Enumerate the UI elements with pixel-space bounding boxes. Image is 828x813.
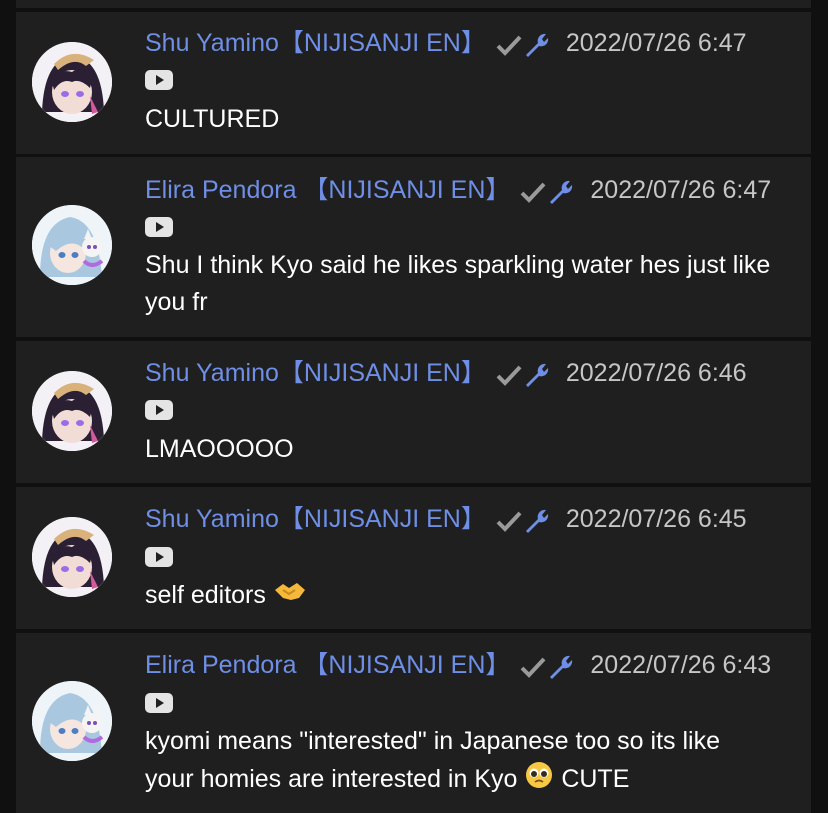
comment-header: Shu Yamino【NIJISANJI EN】 2022/07/26 6:47 (145, 28, 747, 58)
avatar[interactable] (32, 517, 112, 597)
timestamp: 2022/07/26 6:47 (590, 176, 772, 204)
elira-avatar-icon (32, 681, 112, 761)
badges (496, 507, 550, 542)
comment-text-line-2: your homies are interested in Kyo CUTE (145, 760, 795, 801)
youtube-icon (145, 70, 173, 90)
comment-header: Elira Pendora 【NIJISANJI EN】 2022/07/26 6… (145, 650, 771, 680)
wrench-icon (546, 653, 574, 688)
shu-avatar-icon (32, 371, 112, 451)
author-name[interactable]: Shu Yamino【NIJISANJI EN】 (145, 359, 486, 387)
comment-text: LMAOOOOO (145, 435, 294, 463)
timestamp: 2022/07/26 6:47 (565, 29, 747, 57)
comment-header: Shu Yamino【NIJISANJI EN】 2022/07/26 6:46 (145, 358, 747, 388)
verified-check-icon (520, 655, 546, 685)
comment-text: kyomi means "interested" in Japanese too… (145, 723, 795, 801)
youtube-icon (145, 547, 173, 567)
timestamp: 2022/07/26 6:43 (590, 651, 772, 679)
youtube-icon (145, 217, 173, 237)
elira-avatar-icon (32, 205, 112, 285)
comment-card: Shu Yamino【NIJISANJI EN】 2022/07/26 6:46 … (16, 341, 811, 483)
comment-card: Elira Pendora 【NIJISANJI EN】 2022/07/26 6… (16, 633, 811, 813)
badges (520, 653, 574, 688)
wrench-icon (522, 31, 550, 66)
wrench-icon (522, 361, 550, 396)
verified-check-icon (520, 180, 546, 210)
comment-card: Shu Yamino【NIJISANJI EN】 2022/07/26 6:47 … (16, 12, 811, 154)
wrench-icon (522, 507, 550, 542)
author-name[interactable]: Shu Yamino【NIJISANJI EN】 (145, 29, 486, 57)
youtube-icon (145, 693, 173, 713)
comment-card: Shu Yamino【NIJISANJI EN】 2022/07/26 6:45 … (16, 487, 811, 629)
avatar[interactable] (32, 205, 112, 285)
comment-text: Shu I think Kyo said he likes sparkling … (145, 247, 795, 321)
comment-text-suffix: CUTE (561, 765, 630, 794)
comment-card-partial (16, 0, 811, 8)
verified-check-icon (496, 33, 522, 63)
comment-text-content: self editors (145, 581, 266, 609)
timestamp: 2022/07/26 6:46 (565, 359, 747, 387)
author-name[interactable]: Elira Pendora 【NIJISANJI EN】 (145, 651, 510, 679)
verified-check-icon (496, 509, 522, 539)
author-name[interactable]: Elira Pendora 【NIJISANJI EN】 (145, 176, 510, 204)
comment-header: Elira Pendora 【NIJISANJI EN】 2022/07/26 6… (145, 175, 771, 205)
avatar[interactable] (32, 371, 112, 451)
comment-feed: Shu Yamino【NIJISANJI EN】 2022/07/26 6:47 … (0, 0, 828, 813)
timestamp: 2022/07/26 6:45 (565, 505, 747, 533)
verified-check-icon (496, 363, 522, 393)
pleading-face-emoji (524, 760, 554, 801)
shu-avatar-icon (32, 42, 112, 122)
handshake-emoji (273, 578, 307, 615)
avatar[interactable] (32, 42, 112, 122)
comment-text-line: you fr (145, 288, 208, 316)
youtube-icon (145, 400, 173, 420)
shu-avatar-icon (32, 517, 112, 597)
badges (496, 31, 550, 66)
comment-text: self editors (145, 577, 795, 615)
avatar[interactable] (32, 681, 112, 761)
comment-text: CULTURED (145, 105, 280, 133)
badges (520, 178, 574, 213)
comment-text-line: Shu I think Kyo said he likes sparkling … (145, 251, 771, 279)
comment-card: Elira Pendora 【NIJISANJI EN】 2022/07/26 6… (16, 157, 811, 337)
author-name[interactable]: Shu Yamino【NIJISANJI EN】 (145, 505, 486, 533)
wrench-icon (546, 178, 574, 213)
comment-text-line: kyomi means "interested" in Japanese too… (145, 727, 720, 755)
badges (496, 361, 550, 396)
comment-text-content: your homies are interested in Kyo (145, 765, 518, 794)
comment-header: Shu Yamino【NIJISANJI EN】 2022/07/26 6:45 (145, 504, 747, 534)
